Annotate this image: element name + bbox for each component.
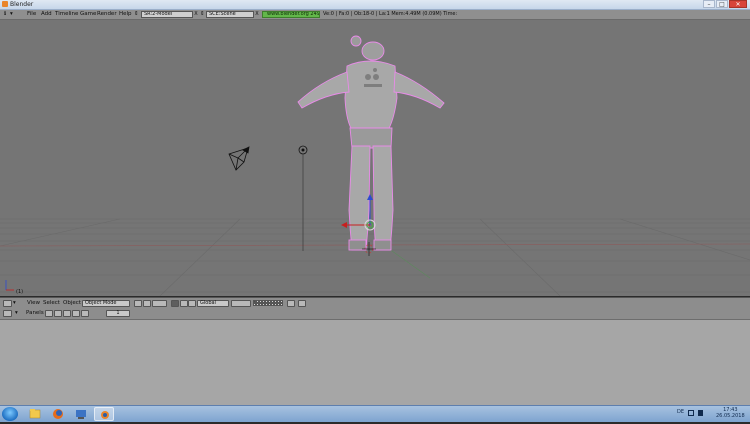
shading-icon[interactable]	[152, 300, 167, 307]
blender-website-link[interactable]: www.blender.org 249.2	[262, 11, 320, 18]
window-title: Blender	[10, 1, 34, 8]
firefox-icon[interactable]	[48, 407, 68, 421]
menu-object[interactable]: Object	[63, 300, 81, 306]
mode-selector[interactable]: Object Mode	[82, 300, 130, 307]
y-axis-line	[384, 245, 431, 279]
volume-icon[interactable]	[698, 410, 703, 416]
keyboard-language[interactable]: DE	[677, 409, 684, 415]
taskbar: DE 17:43 26.05.2018	[0, 405, 750, 422]
object-panel-icon[interactable]	[72, 310, 80, 317]
network-icon[interactable]	[688, 410, 694, 416]
menu-add[interactable]: Add	[41, 11, 52, 17]
menu-file[interactable]: File	[27, 11, 36, 17]
menu-help[interactable]: Help	[119, 11, 132, 17]
view-axis-widget	[5, 280, 14, 291]
script-panel-icon[interactable]	[54, 310, 62, 317]
info-window-type-icon[interactable]: ℹ	[4, 11, 6, 17]
menu-render[interactable]: Render	[97, 11, 117, 17]
draw-type-icon[interactable]	[134, 300, 142, 307]
scene-statistics: Ve:0 | Fa:0 | Ob:18-0 | La:1 Mem:4.49M (…	[323, 11, 458, 17]
header-collapse-icon[interactable]: ▾	[15, 310, 18, 316]
lamp-object[interactable]	[298, 145, 308, 251]
page-number-field[interactable]: 1	[106, 310, 130, 317]
header-collapse-icon[interactable]: ▾	[13, 300, 16, 306]
window-controls: – □ ✕	[703, 0, 747, 8]
editing-panel-icon[interactable]	[81, 310, 89, 317]
header-collapse-icon[interactable]: ▾	[10, 11, 13, 17]
buttons-window-header: ▾ Panels 1	[0, 309, 750, 320]
scene-name-field[interactable]: SCE:Scene	[206, 11, 254, 18]
minimize-button[interactable]: –	[703, 0, 715, 8]
translate-icon[interactable]	[180, 300, 188, 307]
character-model[interactable]	[297, 35, 445, 251]
layer-button[interactable]	[280, 303, 283, 306]
logic-panel-icon[interactable]	[45, 310, 53, 317]
render-icon[interactable]	[287, 300, 295, 307]
editor-type-icon[interactable]	[3, 310, 12, 317]
file-explorer-icon[interactable]	[25, 407, 45, 421]
clock[interactable]: 17:43 26.05.2018	[716, 407, 745, 419]
close-window-button[interactable]: ✕	[729, 0, 747, 8]
menu-select[interactable]: Select	[43, 300, 60, 306]
scene-browse-icon[interactable]: ⇕	[200, 11, 205, 17]
screen-name-field[interactable]: SR:2-Model	[141, 11, 193, 18]
screen-browse-icon[interactable]: ⇕	[134, 11, 139, 17]
blender-app-icon	[2, 1, 8, 7]
menu-view[interactable]: View	[27, 300, 40, 306]
rotate-icon[interactable]	[188, 300, 196, 307]
panels-menu[interactable]: Panels	[26, 310, 44, 316]
editor-type-icon[interactable]	[3, 300, 12, 307]
scene-delete-button[interactable]: X	[254, 11, 260, 18]
shading-panel-icon[interactable]	[63, 310, 71, 317]
screen-delete-button[interactable]: X	[193, 11, 199, 18]
frame-number-label: (1)	[16, 289, 24, 295]
layer-lock-icon[interactable]	[231, 300, 251, 307]
layer-buttons[interactable]	[253, 300, 283, 306]
maximize-button[interactable]: □	[716, 0, 728, 8]
camera-object[interactable]	[228, 146, 250, 171]
menu-timeline[interactable]: Timeline	[55, 11, 78, 17]
viewport-canvas	[0, 35, 750, 296]
menu-game[interactable]: Game	[80, 11, 96, 17]
window-title-bar: Blender – □ ✕	[0, 0, 750, 10]
orientation-selector[interactable]: Global	[197, 300, 229, 307]
buttons-window[interactable]	[0, 320, 750, 405]
3d-viewport[interactable]: (1)	[0, 20, 750, 296]
camera-view-icon[interactable]	[298, 300, 306, 307]
clock-date: 26.05.2018	[716, 413, 745, 419]
info-header: ℹ ▾ File Add Timeline Game Render Help ⇕…	[0, 10, 750, 20]
file-manager-icon[interactable]	[71, 407, 91, 421]
blender-icon[interactable]	[94, 407, 114, 421]
manipulator-toggle-icon[interactable]	[171, 300, 179, 307]
start-orb-icon[interactable]	[2, 407, 18, 421]
pivot-icon[interactable]	[143, 300, 151, 307]
